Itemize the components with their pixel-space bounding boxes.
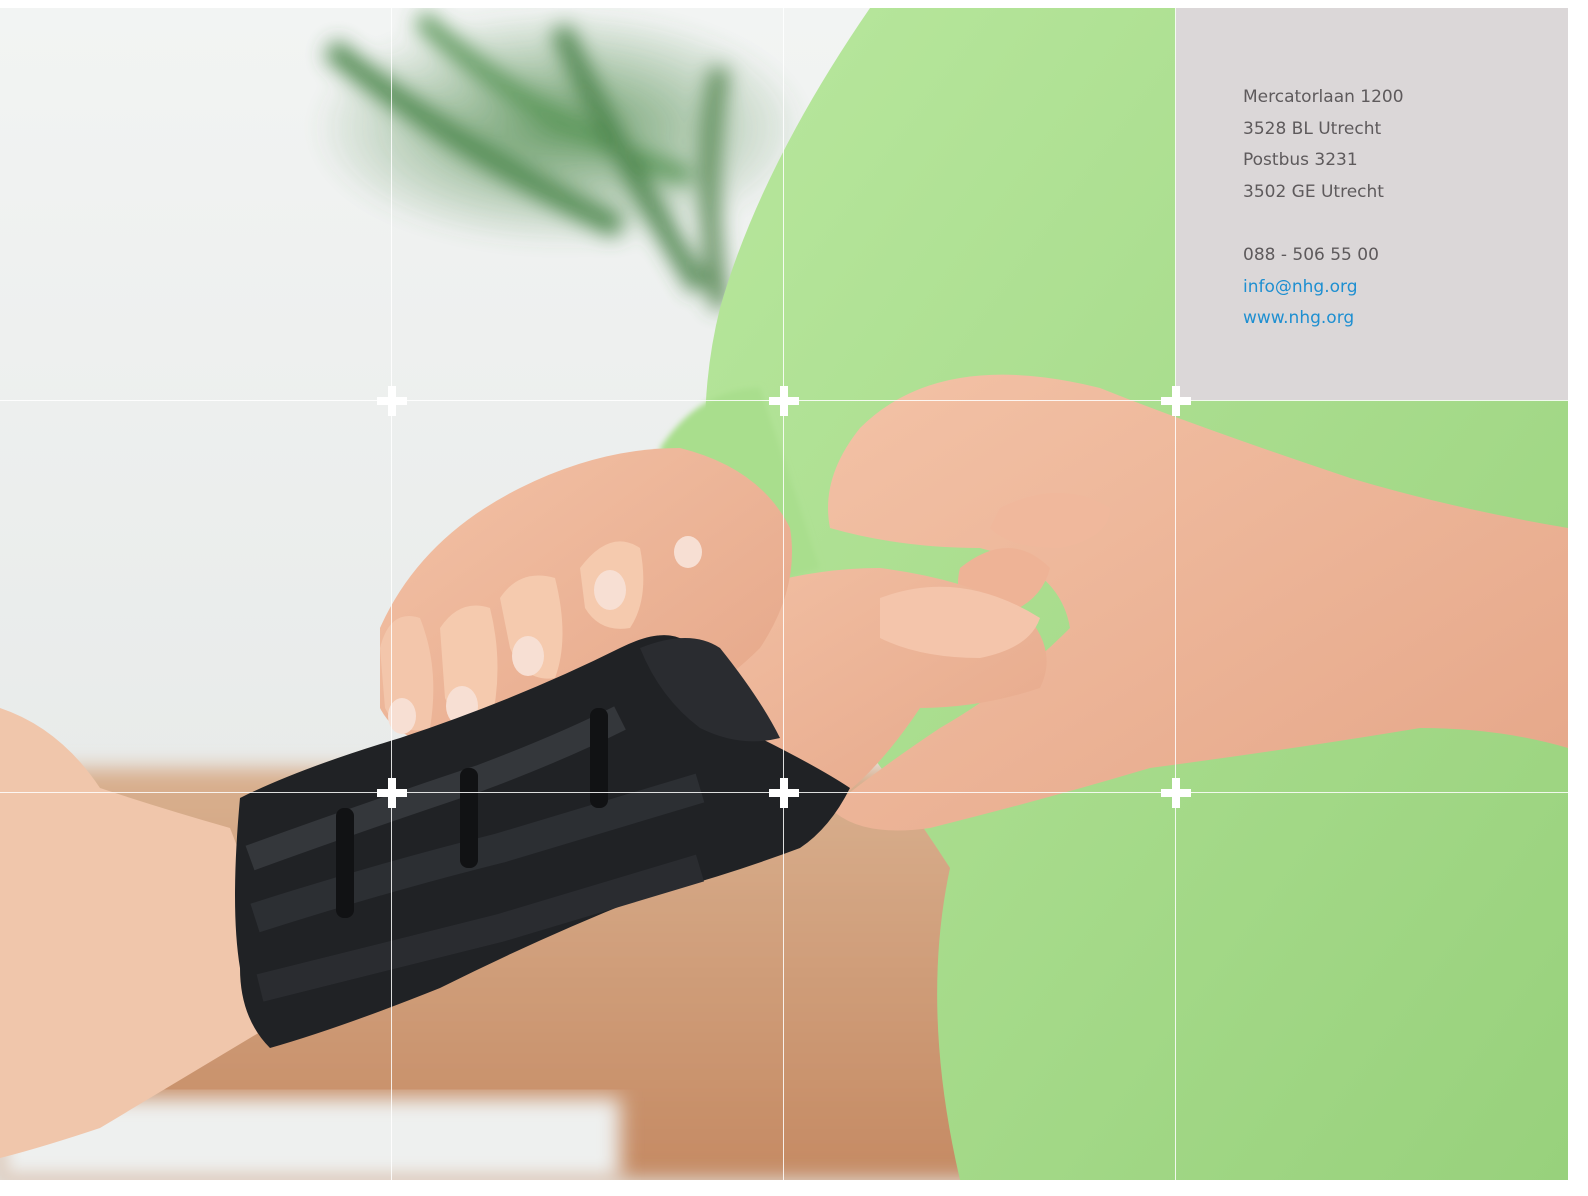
postal-code-city: 3528 BL Utrecht bbox=[1243, 118, 1382, 139]
crosshair-mark bbox=[377, 386, 407, 416]
grid-line-vertical bbox=[783, 8, 784, 1180]
crosshair-mark bbox=[377, 778, 407, 808]
phone-number: 088 - 506 55 00 bbox=[1243, 245, 1379, 265]
contact-panel: Mercatorlaan 1200 3528 BL Utrecht Postbu… bbox=[1176, 8, 1568, 400]
crosshair-mark bbox=[1161, 386, 1191, 416]
contact-address-block: Mercatorlaan 1200 3528 BL Utrecht Postbu… bbox=[1243, 82, 1404, 335]
email-link[interactable]: info@nhg.org bbox=[1243, 272, 1404, 304]
website-link[interactable]: www.nhg.org bbox=[1243, 303, 1404, 335]
street-address: Mercatorlaan 1200 bbox=[1243, 87, 1404, 107]
crosshair-mark bbox=[769, 386, 799, 416]
crosshair-mark bbox=[1161, 778, 1191, 808]
crosshair-mark bbox=[769, 778, 799, 808]
po-box: Postbus 3231 bbox=[1243, 150, 1358, 170]
grid-line-vertical bbox=[1175, 8, 1176, 1180]
grid-line-vertical bbox=[391, 8, 392, 1180]
po-box-postal-city: 3502 GE Utrecht bbox=[1243, 181, 1384, 202]
